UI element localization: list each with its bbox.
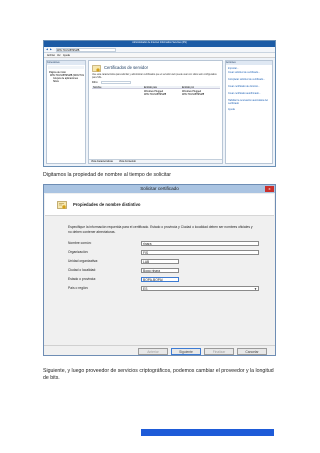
accent-bar — [141, 429, 274, 436]
filter-input[interactable] — [101, 81, 131, 84]
table-header: Nombre Emitido para Emitido por — [92, 86, 220, 89]
label-state: Estado o provincia: — [68, 277, 97, 281]
label-organizational-unit: Unidad organizativa: — [68, 259, 99, 263]
certificate-icon — [92, 65, 101, 72]
view-tabs: Vista Características Vista Contenido — [89, 159, 222, 163]
action-create-domain-cert[interactable]: Crear certificado de dominio... — [228, 85, 271, 88]
actions-title: Acciones — [226, 61, 272, 65]
cell-emitido-por: WIN-TCGVI8H9SMB — [182, 93, 205, 96]
address-field[interactable]: WIN-TCGVI8H9SMB — [56, 48, 116, 52]
iis-menu-bar: Archivo Ver Ayuda — [44, 53, 275, 58]
back-icon[interactable]: ◀ — [46, 48, 48, 51]
chevron-down-icon: ▼ — [254, 287, 257, 291]
connections-toolbar — [48, 66, 84, 69]
caption-crypto-provider: Siguiente, y luego proveedor de servicio… — [43, 368, 274, 381]
column-emitido-por[interactable]: Emitido por — [182, 86, 194, 89]
column-emitido-para[interactable]: Emitido para — [144, 86, 157, 89]
center-description: Use esta característica para solicitar y… — [92, 74, 217, 79]
label-organization: Organización: — [68, 250, 89, 254]
country-select[interactable]: ES ▼ — [141, 286, 259, 291]
action-create-request[interactable]: Crear solicitud de certificado... — [228, 71, 271, 74]
dialog-header: Propiedades de nombre distintivo — [45, 194, 274, 216]
action-help[interactable]: Ayuda — [228, 108, 271, 111]
state-field[interactable]: BOPA-BOPA| — [141, 277, 179, 282]
actions-pane: Acciones Importar... Crear solicitud de … — [225, 60, 273, 164]
dialog-section-title: Propiedades de nombre distintivo — [73, 202, 141, 207]
connections-pane: Conexiones Página de inicio WIN-TCGVI8H9… — [46, 60, 86, 164]
forward-icon[interactable]: ▶ — [50, 48, 52, 51]
cell-emitido-para: WIN-TCGVI8H9SMB — [144, 93, 167, 96]
organizational-unit-field[interactable]: LAB — [141, 259, 179, 264]
action-import[interactable]: Importar... — [228, 67, 271, 70]
label-country: País o región: — [68, 286, 89, 290]
certificate-icon — [57, 201, 67, 209]
request-certificate-dialog: Solicitar certificado x Propiedades de n… — [43, 184, 276, 356]
filter-label: Filtro: — [92, 81, 98, 84]
label-city: Ciudad o localidad: — [68, 268, 97, 272]
common-name-field[interactable]: rinara — [141, 241, 259, 246]
country-select-value: ES — [143, 287, 148, 291]
previous-button[interactable]: Anterior — [138, 348, 168, 355]
next-button[interactable]: Siguiente — [171, 348, 201, 355]
caption-property-name: Digitamos la propiedad de nombre al tiem… — [43, 172, 172, 178]
tab-features-view[interactable]: Vista Características — [91, 160, 113, 163]
iis-manager-window: Administrador de Internet Information Se… — [43, 40, 276, 167]
menu-archivo[interactable]: Archivo — [47, 54, 55, 57]
menu-ayuda[interactable]: Ayuda — [63, 54, 70, 57]
column-nombre[interactable]: Nombre — [93, 86, 102, 89]
connections-title: Conexiones — [47, 61, 85, 65]
dialog-title: Solicitar certificado — [44, 185, 275, 193]
server-certificates-pane: Certificados de servidor Use esta caract… — [88, 60, 223, 164]
label-common-name: Nombre común: — [68, 241, 92, 245]
dialog-instruction: Especifique la información requerida par… — [68, 225, 253, 234]
close-icon[interactable]: x — [265, 186, 274, 192]
center-title: Certificados de servidor — [104, 65, 148, 70]
action-enable-renewal[interactable]: Habilitar la renovación automática del c… — [228, 99, 271, 105]
table-row[interactable]: WIN-TCGVI8H9SMB WIN-TCGVI8H9SMB — [92, 93, 220, 96]
menu-ver[interactable]: Ver — [57, 54, 61, 57]
city-field[interactable]: Bogo rinara — [141, 268, 179, 273]
dialog-separator — [44, 345, 275, 346]
tree-item-sites[interactable]: Sitios — [53, 80, 84, 83]
tab-content-view[interactable]: Vista Contenido — [119, 160, 136, 163]
finish-button[interactable]: Finalizar — [204, 348, 234, 355]
action-create-selfsigned[interactable]: Crear certificado autofirmado... — [228, 92, 271, 95]
cancel-button[interactable]: Cancelar — [237, 348, 267, 355]
organization-field[interactable]: FIS — [141, 250, 259, 255]
action-complete-request[interactable]: Completar solicitud de certificado... — [228, 78, 271, 81]
